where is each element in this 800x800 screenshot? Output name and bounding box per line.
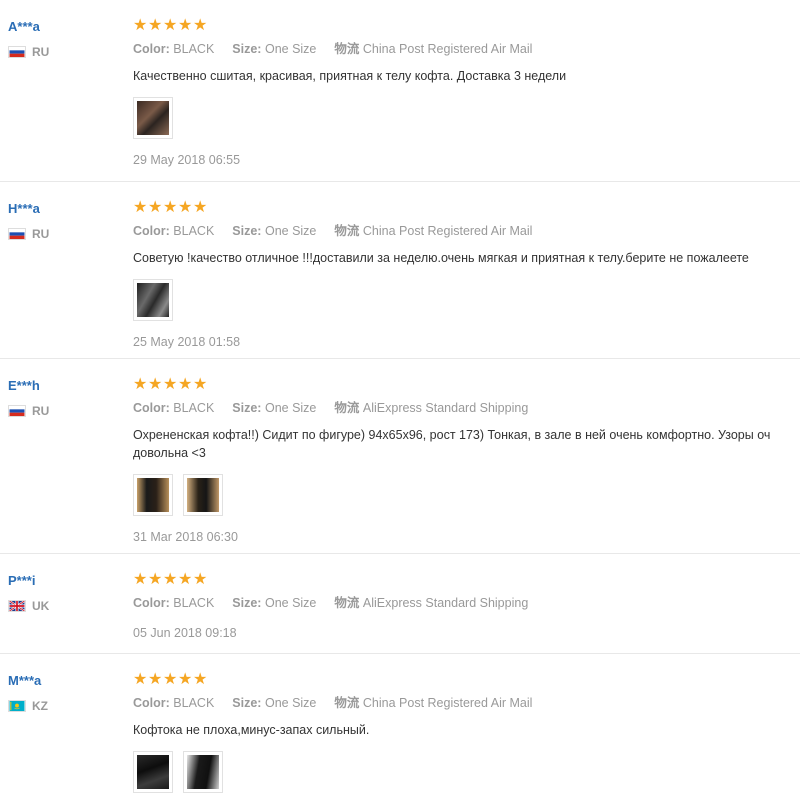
reviewer-country: KZ	[8, 699, 118, 713]
reviewer-country: UK	[8, 599, 118, 613]
reviewer-name[interactable]: H***a	[8, 201, 118, 217]
size-value: One Size	[264, 696, 317, 710]
reviewer-info: P***i UK	[8, 573, 118, 613]
star-icon: ★	[178, 376, 193, 393]
review-text: Качественно сшитая, красивая, приятная к…	[133, 69, 567, 83]
order-info: Color: BLACK Size: One Size 物流 AliExpress …	[133, 596, 529, 610]
size-value: One Size	[264, 401, 317, 415]
review-content: ★ ★ ★ ★ ★ Color: BLACK Size: One Size 物流 China…	[133, 200, 800, 350]
star-icon: ★	[193, 376, 208, 393]
order-info: Color: BLACK Size: One Size 物流 China Post …	[133, 224, 533, 238]
review-item: E***h RU ★ ★ ★ ★ ★ Color: BLACK Size: One Siz…	[0, 359, 800, 554]
star-icon: ★	[193, 571, 208, 588]
reviewer-country: RU	[8, 404, 118, 418]
review-photo-thumbnail[interactable]	[183, 751, 223, 793]
star-icon: ★	[178, 17, 193, 34]
star-icon: ★	[148, 376, 163, 393]
star-icon: ★	[148, 671, 163, 688]
order-info: Color: BLACK Size: One Size 物流 AliExpress …	[133, 401, 529, 415]
review-photos	[133, 97, 800, 139]
review-content: ★ ★ ★ ★ ★ Color: BLACK Size: One Size 物流 China…	[133, 672, 800, 793]
review-text: Кофтока не плоха,минус-запах сильный.	[133, 723, 370, 737]
size-value: One Size	[264, 42, 317, 56]
star-rating: ★ ★ ★ ★ ★	[133, 200, 800, 216]
uk-flag-icon	[8, 600, 26, 612]
size-value: One Size	[264, 224, 317, 238]
star-icon: ★	[163, 376, 178, 393]
shipping-value: AliExpress Standard Shipping	[362, 401, 529, 415]
reviewer-info: M***a KZ	[8, 673, 118, 713]
star-icon: ★	[178, 199, 193, 216]
star-icon: ★	[148, 17, 163, 34]
ru-flag-icon	[8, 46, 26, 58]
review-date: 29 May 2018 06:55	[133, 153, 241, 167]
review-photo-thumbnail[interactable]	[133, 279, 173, 321]
star-icon: ★	[163, 671, 178, 688]
review-date: 25 May 2018 01:58	[133, 335, 241, 349]
color-value: BLACK	[173, 224, 215, 238]
order-info: Color: BLACK Size: One Size 物流 China Post …	[133, 42, 533, 56]
star-rating: ★ ★ ★ ★ ★	[133, 18, 800, 34]
reviewer-name[interactable]: A***a	[8, 19, 118, 35]
review-content: ★ ★ ★ ★ ★ Color: BLACK Size: One Size 物流 AliEx…	[133, 377, 800, 545]
color-value: BLACK	[173, 596, 215, 610]
star-icon: ★	[133, 376, 148, 393]
reviewer-info: E***h RU	[8, 378, 118, 418]
review-item: H***a RU ★ ★ ★ ★ ★ Color: BLACK Size: One Siz…	[0, 182, 800, 359]
reviewer-country: RU	[8, 227, 118, 241]
reviewer-name[interactable]: P***i	[8, 573, 118, 589]
shipping-value: China Post Registered Air Mail	[362, 42, 533, 56]
order-info: Color: BLACK Size: One Size 物流 China Post …	[133, 696, 533, 710]
review-content: ★ ★ ★ ★ ★ Color: BLACK Size: One Size 物流 AliEx…	[133, 572, 800, 641]
reviewer-country: RU	[8, 45, 118, 59]
review-photo-thumbnail[interactable]	[183, 474, 223, 516]
shipping-value: AliExpress Standard Shipping	[362, 596, 529, 610]
review-text: Охренен­ская кофта!!) Сидит по фигуре) 9…	[133, 428, 771, 460]
color-value: BLACK	[173, 401, 215, 415]
star-rating: ★ ★ ★ ★ ★	[133, 377, 800, 393]
review-content: ★ ★ ★ ★ ★ Color: BLACK Size: One Size 物流 China…	[133, 18, 800, 168]
reviewer-name[interactable]: M***a	[8, 673, 118, 689]
star-icon: ★	[178, 671, 193, 688]
star-icon: ★	[133, 199, 148, 216]
color-value: BLACK	[173, 696, 215, 710]
review-date: 05 Jun 2018 09:18	[133, 626, 237, 640]
star-icon: ★	[163, 571, 178, 588]
review-item: M***a KZ ★ ★ ★ ★ ★ Color: BLACK Size: One Siz…	[0, 654, 800, 800]
size-value: One Size	[264, 596, 317, 610]
review-photos	[133, 279, 800, 321]
review-photo-thumbnail[interactable]	[133, 97, 173, 139]
kz-flag-icon	[8, 700, 26, 712]
star-icon: ★	[193, 199, 208, 216]
star-icon: ★	[133, 571, 148, 588]
review-photo-thumbnail[interactable]	[133, 751, 173, 793]
reviewer-info: A***a RU	[8, 19, 118, 59]
review-photos	[133, 751, 800, 793]
star-icon: ★	[133, 17, 148, 34]
star-icon: ★	[193, 17, 208, 34]
ru-flag-icon	[8, 228, 26, 240]
reviewer-name[interactable]: E***h	[8, 378, 118, 394]
review-item: P***i UK ★ ★ ★ ★ ★ Color: BLACK Size: One Siz…	[0, 554, 800, 654]
review-item: A***a RU ★ ★ ★ ★ ★ Color: BLACK Size: One Siz…	[0, 0, 800, 182]
star-rating: ★ ★ ★ ★ ★	[133, 572, 800, 588]
star-icon: ★	[133, 671, 148, 688]
review-date: 31 Mar 2018 06:30	[133, 530, 238, 544]
shipping-value: China Post Registered Air Mail	[362, 224, 533, 238]
shipping-value: China Post Registered Air Mail	[362, 696, 533, 710]
ru-flag-icon	[8, 405, 26, 417]
star-icon: ★	[163, 17, 178, 34]
star-icon: ★	[148, 199, 163, 216]
review-photos	[133, 474, 800, 516]
color-value: BLACK	[173, 42, 215, 56]
star-icon: ★	[193, 671, 208, 688]
review-photo-thumbnail[interactable]	[133, 474, 173, 516]
reviewer-info: H***a RU	[8, 201, 118, 241]
review-text: Советую !качество отличное !!!доставили …	[133, 251, 749, 265]
star-icon: ★	[163, 199, 178, 216]
star-icon: ★	[178, 571, 193, 588]
star-icon: ★	[148, 571, 163, 588]
star-rating: ★ ★ ★ ★ ★	[133, 672, 800, 688]
